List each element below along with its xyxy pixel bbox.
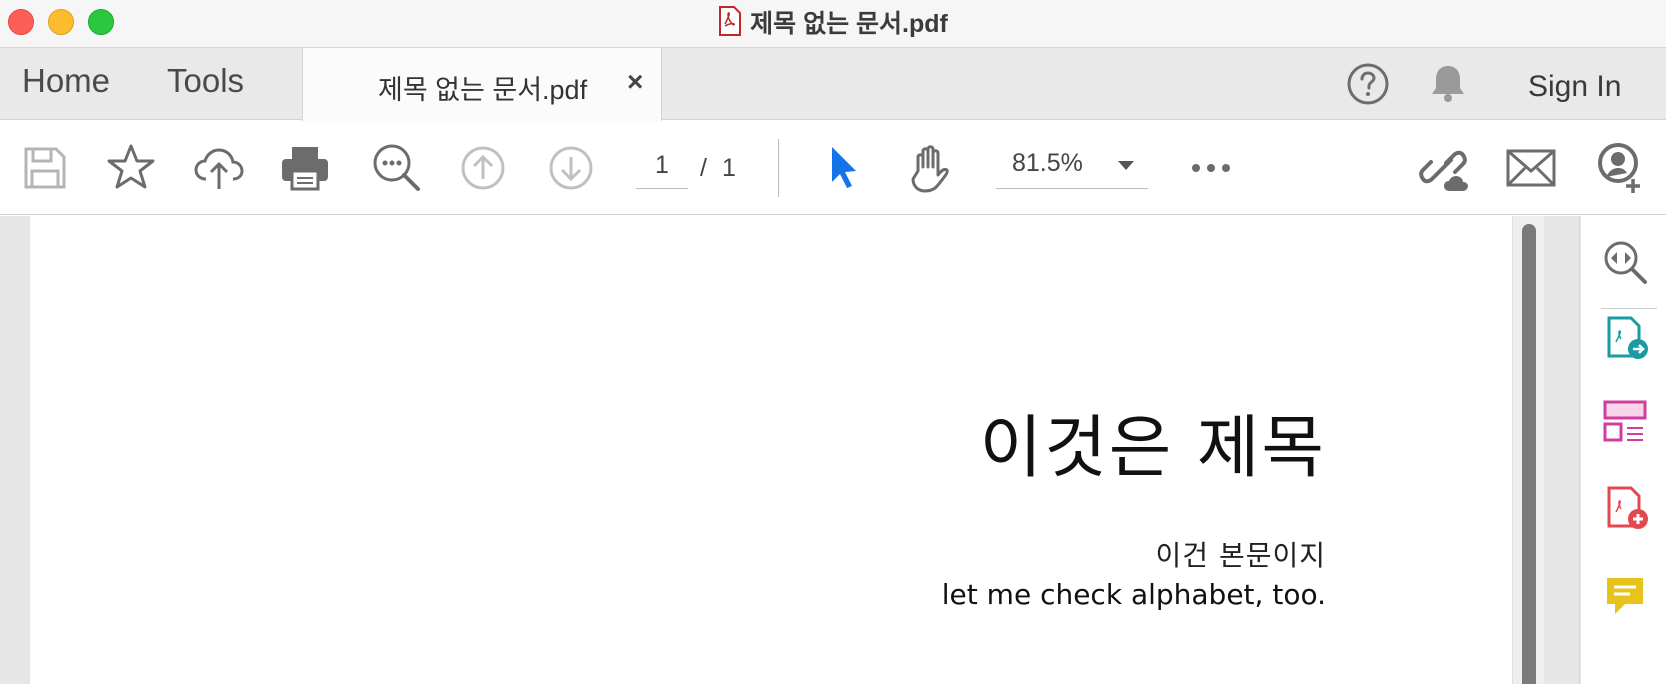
page-separator: / xyxy=(700,154,707,182)
right-tools-rail xyxy=(1581,216,1666,684)
export-pdf-icon[interactable] xyxy=(1601,314,1649,362)
page-number-input[interactable]: 1 xyxy=(636,149,688,189)
tab-close-button[interactable]: × xyxy=(627,66,643,98)
zoom-value: 81.5% xyxy=(1012,149,1083,177)
toolbar: 1 / 1 81.5% xyxy=(0,121,1666,215)
tab-document-label: 제목 없는 문서.pdf xyxy=(378,75,588,105)
document-body-line: let me check alphabet, too. xyxy=(941,578,1326,611)
search-zoom-icon[interactable] xyxy=(370,141,424,195)
tab-home[interactable]: Home xyxy=(22,62,110,100)
create-pdf-icon[interactable] xyxy=(1601,484,1649,532)
page-up-icon[interactable] xyxy=(456,141,510,195)
acrobat-window: 제목 없는 문서.pdf Home Tools 제목 없는 문서.pdf × S… xyxy=(0,0,1666,684)
save-icon[interactable] xyxy=(18,141,72,195)
document-viewport: 이것은 제목 이건 본문이지 let me check alphabet, to… xyxy=(0,216,1666,684)
scrollbar-thumb[interactable] xyxy=(1522,224,1536,684)
share-link-icon[interactable] xyxy=(1418,141,1472,195)
page-down-icon[interactable] xyxy=(544,141,598,195)
tab-document[interactable]: 제목 없는 문서.pdf × xyxy=(302,48,662,121)
page-total: 1 xyxy=(722,154,736,182)
help-icon[interactable] xyxy=(1346,62,1390,111)
pdf-file-icon xyxy=(718,6,742,44)
viewport-gutter xyxy=(1544,216,1580,684)
zoom-compare-icon[interactable] xyxy=(1601,238,1649,286)
document-body-line: 이건 본문이지 xyxy=(1155,539,1326,572)
window-title-text: 제목 없는 문서.pdf xyxy=(750,10,948,38)
bell-icon[interactable] xyxy=(1428,62,1468,111)
pdf-page: 이것은 제목 이건 본문이지 let me check alphabet, to… xyxy=(30,216,1512,684)
toolbar-divider xyxy=(778,139,779,197)
upload-cloud-icon[interactable] xyxy=(192,141,246,195)
more-icon[interactable] xyxy=(1184,141,1238,195)
chevron-down-icon[interactable] xyxy=(1118,161,1134,170)
organize-pages-icon[interactable] xyxy=(1601,398,1649,446)
hand-pan-icon[interactable] xyxy=(904,141,958,195)
add-user-icon[interactable] xyxy=(1592,141,1646,195)
email-icon[interactable] xyxy=(1504,141,1558,195)
select-cursor-icon[interactable] xyxy=(818,141,872,195)
title-bar: 제목 없는 문서.pdf xyxy=(0,0,1666,48)
comment-icon[interactable] xyxy=(1601,572,1649,620)
document-title: 이것은 제목 xyxy=(979,409,1326,488)
bookmark-star-icon[interactable] xyxy=(104,141,158,195)
window-title: 제목 없는 문서.pdf xyxy=(0,6,1666,44)
print-icon[interactable] xyxy=(278,141,332,195)
zoom-select[interactable]: 81.5% xyxy=(996,141,1148,189)
tab-bar: Home Tools 제목 없는 문서.pdf × Sign In xyxy=(0,48,1666,121)
sign-in-button[interactable]: Sign In xyxy=(1528,70,1621,104)
rail-divider xyxy=(1601,308,1657,309)
tab-tools[interactable]: Tools xyxy=(167,62,244,100)
